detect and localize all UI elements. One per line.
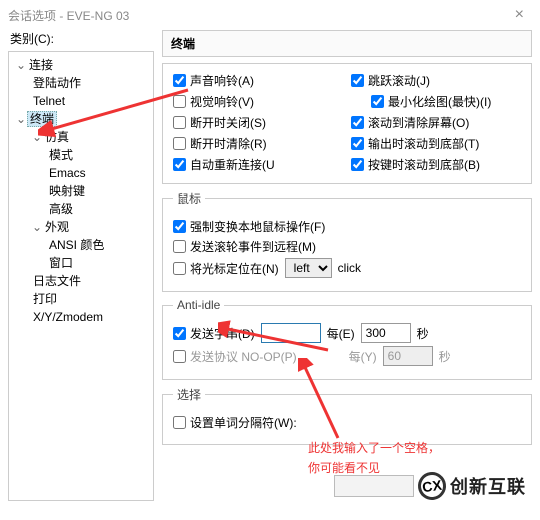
tree-appearance[interactable]: 外观 bbox=[43, 220, 71, 234]
tree-mode[interactable]: 模式 bbox=[47, 148, 75, 162]
send-noop-checkbox[interactable]: 发送协议 NO-OP(P) bbox=[173, 348, 297, 365]
tree-logfile[interactable]: 日志文件 bbox=[31, 274, 83, 288]
tree-print[interactable]: 打印 bbox=[31, 292, 59, 306]
tree-mapkeys[interactable]: 映射键 bbox=[47, 184, 87, 198]
key-scroll-bottom-checkbox[interactable]: 按键时滚动到底部(B) bbox=[351, 156, 521, 173]
jump-scroll-checkbox[interactable]: 跳跃滚动(J) bbox=[351, 72, 521, 89]
word-delim-checkbox[interactable]: 设置单词分隔符(W): bbox=[173, 414, 297, 431]
scroll-clear-checkbox[interactable]: 滚动到清除屏幕(O) bbox=[351, 114, 521, 131]
every-y-label: 每(Y) bbox=[349, 348, 377, 365]
min-draw-checkbox[interactable]: 最小化绘图(最快)(I) bbox=[351, 93, 521, 110]
anti-idle-legend: Anti-idle bbox=[173, 298, 224, 312]
anti-idle-group: Anti-idle 发送字串(D) 每(E) 秒 发送协议 NO-OP(P) 每… bbox=[162, 298, 532, 380]
tree-advanced[interactable]: 高级 bbox=[47, 202, 75, 216]
tree-emulation[interactable]: 仿真 bbox=[43, 130, 71, 144]
every-e-label: 每(E) bbox=[327, 325, 355, 342]
seconds-label: 秒 bbox=[417, 325, 429, 342]
mouse-action-label: click bbox=[338, 261, 361, 275]
interval-p-input bbox=[383, 346, 433, 366]
tree-xyz[interactable]: X/Y/Zmodem bbox=[31, 310, 105, 324]
visual-bell-checkbox[interactable]: 视觉响铃(V) bbox=[173, 93, 343, 110]
category-label: 类别(C): bbox=[10, 30, 154, 47]
chevron-down-icon[interactable]: ⌄ bbox=[15, 110, 27, 128]
tree-window[interactable]: 窗口 bbox=[47, 256, 75, 270]
send-string-checkbox[interactable]: 发送字串(D) bbox=[173, 325, 255, 342]
window-title: 会话选项 - EVE-NG 03 bbox=[8, 7, 507, 24]
tree-ansi[interactable]: ANSI 颜色 bbox=[47, 238, 106, 252]
close-icon[interactable]: × bbox=[507, 6, 532, 24]
chevron-down-icon[interactable]: ⌄ bbox=[15, 56, 27, 74]
interval-d-input[interactable] bbox=[361, 323, 411, 343]
seconds-label-2: 秒 bbox=[439, 348, 451, 365]
chevron-down-icon[interactable]: ⌄ bbox=[31, 128, 43, 146]
tree-login-action[interactable]: 登陆动作 bbox=[31, 76, 83, 90]
select-legend: 选择 bbox=[173, 386, 205, 403]
close-on-disconnect-checkbox[interactable]: 断开时关闭(S) bbox=[173, 114, 343, 131]
category-tree[interactable]: ⌄连接 登陆动作 Telnet ⌄终端 ⌄仿真 模式 Emacs 映射键 bbox=[8, 51, 154, 501]
mouse-legend: 鼠标 bbox=[173, 190, 205, 207]
send-wheel-checkbox[interactable]: 发送滚轮事件到远程(M) bbox=[173, 238, 521, 255]
tree-emacs[interactable]: Emacs bbox=[47, 166, 88, 180]
place-cursor-checkbox[interactable]: 将光标定位在(N) bbox=[173, 260, 279, 277]
mouse-side-select[interactable]: left bbox=[285, 258, 332, 278]
tree-connect[interactable]: 连接 bbox=[27, 58, 55, 72]
force-local-mouse-checkbox[interactable]: 强制变换本地鼠标操作(F) bbox=[173, 218, 521, 235]
output-scroll-bottom-checkbox[interactable]: 输出时滚动到底部(T) bbox=[351, 135, 521, 152]
brand-mark-icon: CX bbox=[416, 470, 448, 502]
chevron-down-icon[interactable]: ⌄ bbox=[31, 218, 43, 236]
panel-heading: 终端 bbox=[171, 37, 195, 51]
send-string-input[interactable] bbox=[261, 323, 321, 343]
brand-logo: CX 创新互联 bbox=[418, 472, 526, 500]
tree-terminal[interactable]: 终端 bbox=[27, 111, 57, 127]
tree-telnet[interactable]: Telnet bbox=[31, 94, 67, 108]
mouse-group: 鼠标 强制变换本地鼠标操作(F) 发送滚轮事件到远程(M) 将光标定位在(N) … bbox=[162, 190, 532, 292]
terminal-group: 声音响铃(A) 跳跃滚动(J) 视觉响铃(V) 最小化绘图(最快)(I) 断开时… bbox=[162, 63, 532, 184]
select-group: 选择 设置单词分隔符(W): bbox=[162, 386, 532, 445]
clear-on-disconnect-checkbox[interactable]: 断开时清除(R) bbox=[173, 135, 343, 152]
footer-button[interactable] bbox=[334, 475, 414, 497]
auto-reconnect-checkbox[interactable]: 自动重新连接(U bbox=[173, 156, 343, 173]
audio-bell-checkbox[interactable]: 声音响铃(A) bbox=[173, 72, 343, 89]
